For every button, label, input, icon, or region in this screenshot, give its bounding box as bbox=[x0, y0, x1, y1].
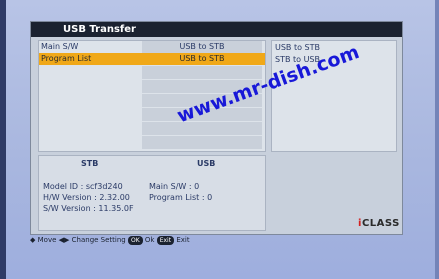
row-value: USB to STB bbox=[142, 53, 262, 65]
row-label: Main S/W bbox=[41, 42, 79, 51]
row-value: USB to STB bbox=[142, 41, 262, 53]
row-main-sw[interactable]: Main S/W USB to STB bbox=[39, 41, 265, 53]
tv-bezel-left bbox=[0, 0, 6, 279]
logo-rest: CLASS bbox=[361, 218, 400, 229]
hw-version: H/W Version : 2.32.00 bbox=[43, 193, 130, 202]
dialog-title: USB Transfer bbox=[31, 22, 402, 37]
usb-header: USB bbox=[197, 159, 216, 168]
exit-key-icon: Exit bbox=[156, 235, 175, 245]
ok-hint: Ok bbox=[144, 236, 155, 244]
row-label: Program List bbox=[41, 54, 92, 63]
move-arrows-icon: ◆ bbox=[30, 236, 36, 244]
stb-header: STB bbox=[81, 159, 99, 168]
change-setting-hint: Change Setting bbox=[71, 236, 126, 244]
empty-cell bbox=[142, 121, 262, 135]
tv-bezel-right bbox=[435, 0, 439, 279]
iclass-logo: iCLASS bbox=[358, 217, 424, 231]
empty-cell bbox=[142, 135, 262, 149]
move-hint: Move bbox=[37, 236, 57, 244]
empty-cell bbox=[142, 65, 262, 79]
row-program-list[interactable]: Program List USB to STB bbox=[39, 53, 265, 65]
sw-version: S/W Version : 11.35.0F bbox=[43, 204, 134, 213]
option-usb-to-stb[interactable]: USB to STB bbox=[275, 42, 320, 54]
model-id: Model ID : scf3d240 bbox=[43, 182, 123, 191]
exit-hint: Exit bbox=[176, 236, 190, 244]
ok-key-icon: OK bbox=[127, 235, 143, 245]
left-right-arrows-icon: ◀▶ bbox=[58, 236, 70, 244]
usb-program-list: Program List : 0 bbox=[149, 193, 213, 202]
usb-main-sw: Main S/W : 0 bbox=[149, 182, 200, 191]
footer-help: ◆ Move ◀▶ Change Setting OK Ok Exit Exit bbox=[30, 234, 410, 246]
device-info-box: STB USB Model ID : scf3d240 H/W Version … bbox=[38, 155, 266, 231]
